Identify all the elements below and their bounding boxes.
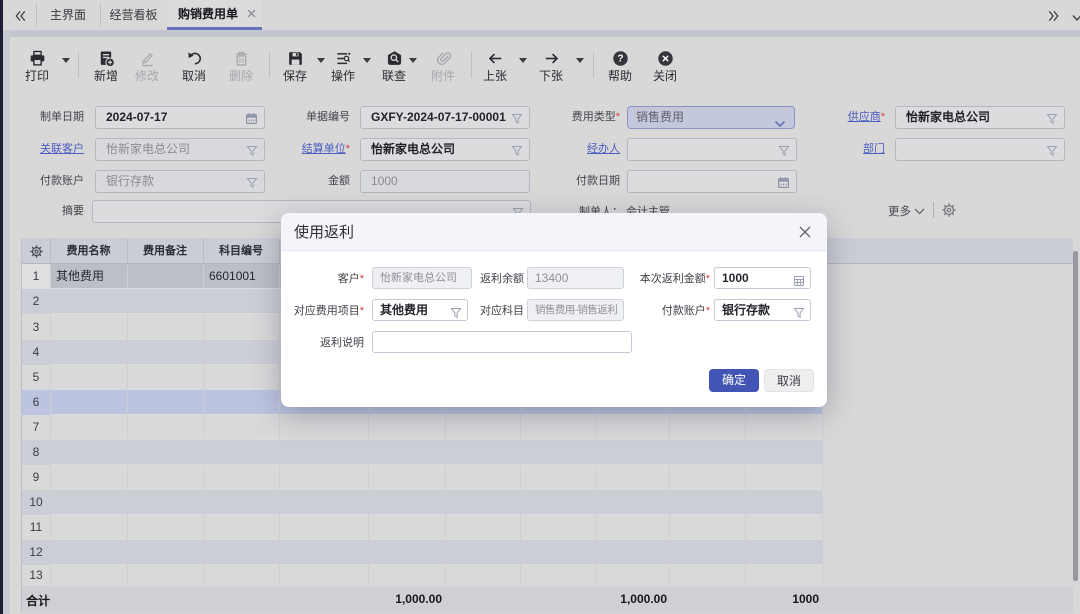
svg-text:?: ? bbox=[617, 54, 623, 65]
